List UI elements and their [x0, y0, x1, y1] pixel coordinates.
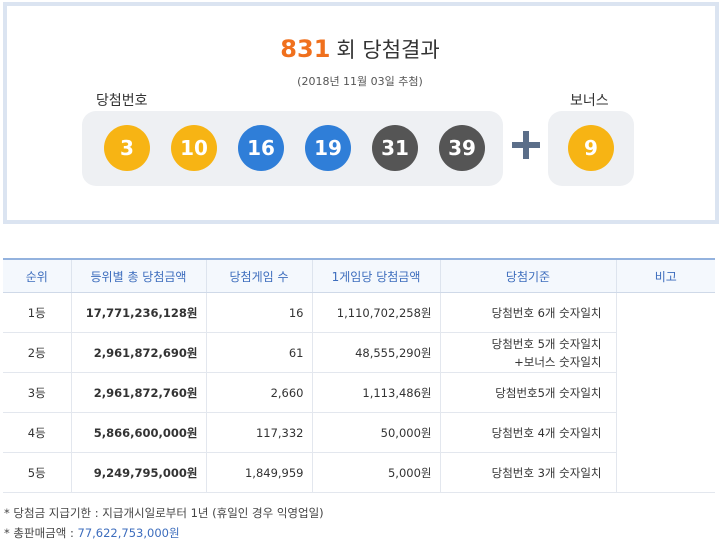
- criteria-cell: 당첨번호 3개 숫자일치: [439, 452, 616, 493]
- rank-cell: 2등: [3, 332, 71, 373]
- bonus-number-label: 보너스: [570, 93, 609, 109]
- criteria-line-2: +보너스 숫자일치: [514, 354, 602, 369]
- total-sales-label: * 총판매금액 :: [4, 526, 78, 540]
- total-prize-cell: 2,961,872,760원: [70, 372, 206, 413]
- remarks-cell: [615, 292, 715, 493]
- prize-per-game-cell: 1,113,486원: [311, 372, 440, 413]
- table-row: 5등 9,249,795,000원 1,849,959 5,000원 당첨번호 …: [3, 452, 715, 493]
- criteria-cell: 당첨번호 5개 숫자일치 +보너스 숫자일치: [439, 332, 616, 373]
- payout-deadline-note: * 당첨금 지급기한 : 지급개시일로부터 1년 (휴일인 경우 익영업일): [4, 506, 324, 520]
- header-remarks: 비고: [615, 258, 715, 293]
- draw-title-suffix: 회 당첨결과: [336, 38, 440, 62]
- table-row: 2등 2,961,872,690원 61 48,555,290원 당첨번호 5개…: [3, 332, 715, 373]
- winning-games-cell: 16: [205, 292, 312, 333]
- winning-ball-6: 39: [439, 125, 485, 171]
- prize-table-header: 순위 등위별 총 당첨금액 당첨게임 수 1게임당 당첨금액 당첨기준 비고: [3, 258, 715, 293]
- bonus-number-panel: 9: [548, 111, 634, 186]
- prize-per-game-cell: 48,555,290원: [311, 332, 440, 373]
- header-criteria: 당첨기준: [439, 258, 616, 293]
- winning-ball-5: 31: [372, 125, 418, 171]
- winning-ball-1: 3: [104, 125, 150, 171]
- criteria-cell: 당첨번호 6개 숫자일치: [439, 292, 616, 333]
- draw-title: 831 회 당첨결과: [0, 34, 720, 64]
- winning-ball-3: 16: [238, 125, 284, 171]
- draw-round-number: 831: [280, 35, 331, 63]
- total-prize-cell: 2,961,872,690원: [70, 332, 206, 373]
- criteria-cell: 당첨번호5개 숫자일치: [439, 372, 616, 413]
- total-prize-cell: 17,771,236,128원: [70, 292, 206, 333]
- prize-table: 순위 등위별 총 당첨금액 당첨게임 수 1게임당 당첨금액 당첨기준 비고 1…: [3, 258, 715, 493]
- total-prize-cell: 9,249,795,000원: [70, 452, 206, 493]
- rank-cell: 1등: [3, 292, 71, 333]
- header-rank: 순위: [3, 258, 71, 293]
- header-winning-games: 당첨게임 수: [205, 258, 312, 293]
- rank-cell: 3등: [3, 372, 71, 413]
- header-prize-per-game: 1게임당 당첨금액: [311, 258, 440, 293]
- total-prize-cell: 5,866,600,000원: [70, 412, 206, 453]
- winning-numbers-label: 당첨번호: [96, 93, 148, 109]
- rank-cell: 5등: [3, 452, 71, 493]
- winning-ball-4: 19: [305, 125, 351, 171]
- plus-icon: [512, 131, 540, 159]
- winning-games-cell: 117,332: [205, 412, 312, 453]
- draw-date: (2018년 11월 03일 추첨): [297, 75, 423, 88]
- winning-games-cell: 61: [205, 332, 312, 373]
- winning-games-cell: 1,849,959: [205, 452, 312, 493]
- total-sales-value: 77,622,753,000원: [77, 526, 180, 540]
- total-sales-note: * 총판매금액 : 77,622,753,000원: [4, 523, 324, 543]
- bonus-ball: 9: [568, 125, 614, 171]
- prize-per-game-cell: 1,110,702,258원: [311, 292, 440, 333]
- rank-cell: 4등: [3, 412, 71, 453]
- prize-per-game-cell: 5,000원: [311, 452, 440, 493]
- winning-numbers-panel: 3 10 16 19 31 39: [82, 111, 503, 186]
- prize-per-game-cell: 50,000원: [311, 412, 440, 453]
- criteria-cell: 당첨번호 4개 숫자일치: [439, 412, 616, 453]
- table-row: 4등 5,866,600,000원 117,332 50,000원 당첨번호 4…: [3, 412, 715, 453]
- table-row: 1등 17,771,236,128원 16 1,110,702,258원 당첨번…: [3, 292, 715, 493]
- winning-ball-2: 10: [171, 125, 217, 171]
- header-total-prize: 등위별 총 당첨금액: [70, 258, 206, 293]
- table-row: 3등 2,961,872,760원 2,660 1,113,486원 당첨번호5…: [3, 372, 715, 413]
- notes: * 당첨금 지급기한 : 지급개시일로부터 1년 (휴일인 경우 익영업일) *…: [4, 503, 324, 543]
- criteria-line-1: 당첨번호 5개 숫자일치: [491, 336, 602, 351]
- winning-games-cell: 2,660: [205, 372, 312, 413]
